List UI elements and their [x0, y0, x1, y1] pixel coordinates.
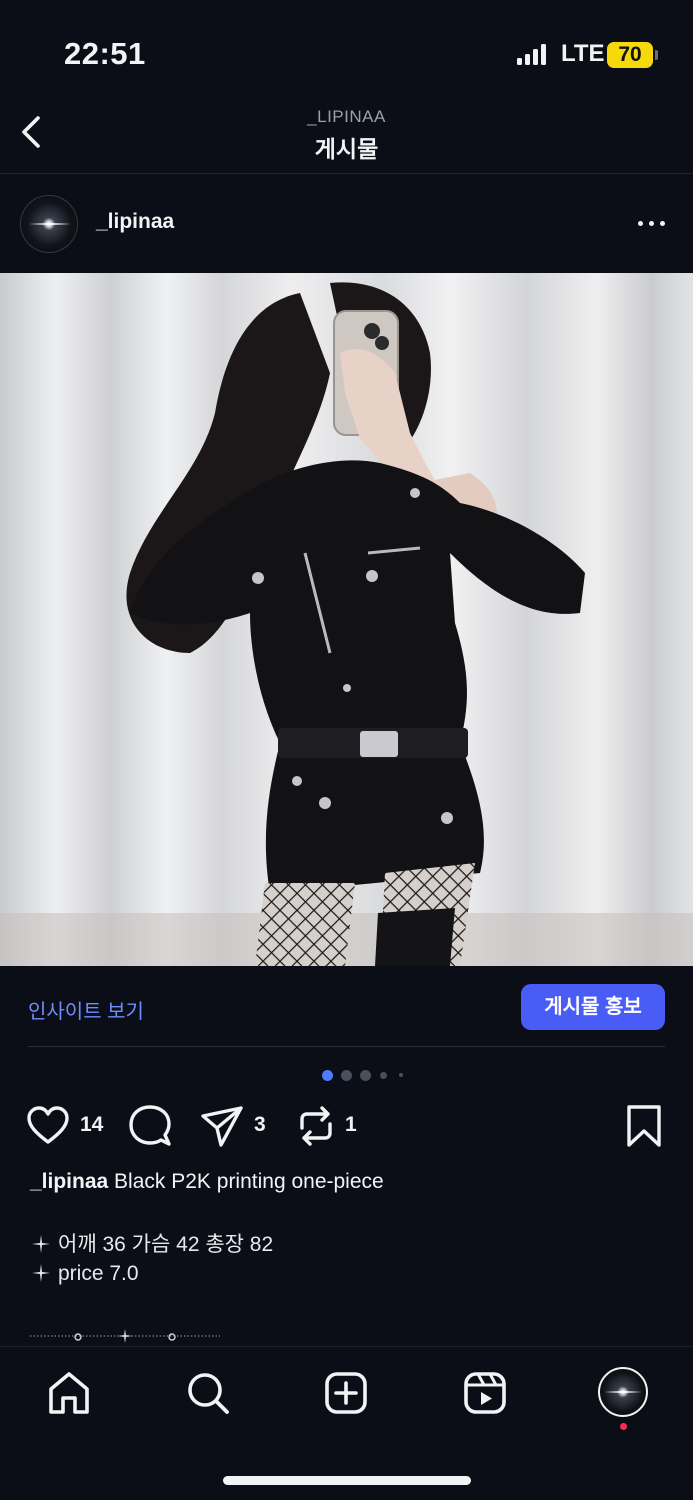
promote-post-button[interactable]: 게시물 홍보 — [521, 984, 665, 1030]
carousel-dot — [341, 1070, 352, 1081]
decorative-divider — [30, 1329, 220, 1343]
create-icon[interactable] — [322, 1369, 370, 1417]
reels-icon[interactable] — [461, 1369, 509, 1417]
status-time: 22:51 — [64, 36, 146, 71]
more-icon[interactable] — [634, 208, 670, 238]
battery-nub — [655, 50, 658, 60]
divider — [28, 1046, 665, 1047]
post-username[interactable]: _lipinaa — [96, 210, 174, 234]
share-count[interactable]: 3 — [254, 1113, 266, 1137]
carousel-dot — [399, 1073, 403, 1077]
post-photo[interactable] — [0, 273, 693, 966]
post-caption: _lipinaa Black P2K printing one-piece — [30, 1168, 670, 1196]
price-text: price 7.0 — [58, 1262, 139, 1285]
repost-count[interactable]: 1 — [345, 1113, 357, 1137]
outfit-photo-illustration — [0, 273, 693, 966]
notification-dot — [620, 1423, 627, 1430]
post-actions: 14 3 1 — [0, 1100, 693, 1152]
home-indicator[interactable] — [223, 1476, 471, 1485]
caption-text: Black P2K printing one-piece — [114, 1170, 384, 1193]
measurements-text: 어깨 36 가슴 42 총장 82 — [58, 1233, 274, 1256]
status-bar: 22:51 LTE 70 — [0, 0, 693, 100]
bookmark-icon[interactable] — [624, 1104, 664, 1148]
header-subtitle: _LIPINAA — [307, 107, 386, 126]
caption-username[interactable]: _lipinaa — [30, 1170, 108, 1193]
profile-avatar-tab[interactable] — [598, 1367, 648, 1417]
like-count[interactable]: 14 — [80, 1113, 103, 1137]
sparkle-icon — [32, 1264, 50, 1282]
network-type: LTE — [561, 40, 605, 67]
post-header: _lipinaa — [0, 188, 693, 260]
search-icon[interactable] — [184, 1369, 232, 1417]
send-icon[interactable] — [200, 1104, 244, 1148]
home-icon[interactable] — [45, 1369, 93, 1417]
carousel-dot-active — [322, 1070, 333, 1081]
carousel-dot — [380, 1072, 387, 1079]
insights-row: 인사이트 보기 게시물 홍보 — [0, 966, 693, 1046]
cellular-signal-icon — [517, 44, 546, 65]
carousel-dot — [360, 1070, 371, 1081]
page-header: _LIPINAA 게시물 — [0, 100, 693, 174]
caption-measurements: 어깨 36 가슴 42 총장 82 — [30, 1228, 273, 1258]
page-title: 게시물 — [314, 136, 379, 162]
heart-icon[interactable] — [26, 1104, 70, 1148]
sparkle-icon — [32, 1235, 50, 1253]
repost-icon[interactable] — [294, 1104, 338, 1148]
view-insights-link[interactable]: 인사이트 보기 — [28, 995, 144, 1024]
avatar[interactable] — [20, 195, 78, 253]
caption-price: price 7.0 — [30, 1262, 139, 1286]
battery-indicator: 70 — [607, 42, 653, 68]
comment-icon[interactable] — [128, 1104, 172, 1148]
